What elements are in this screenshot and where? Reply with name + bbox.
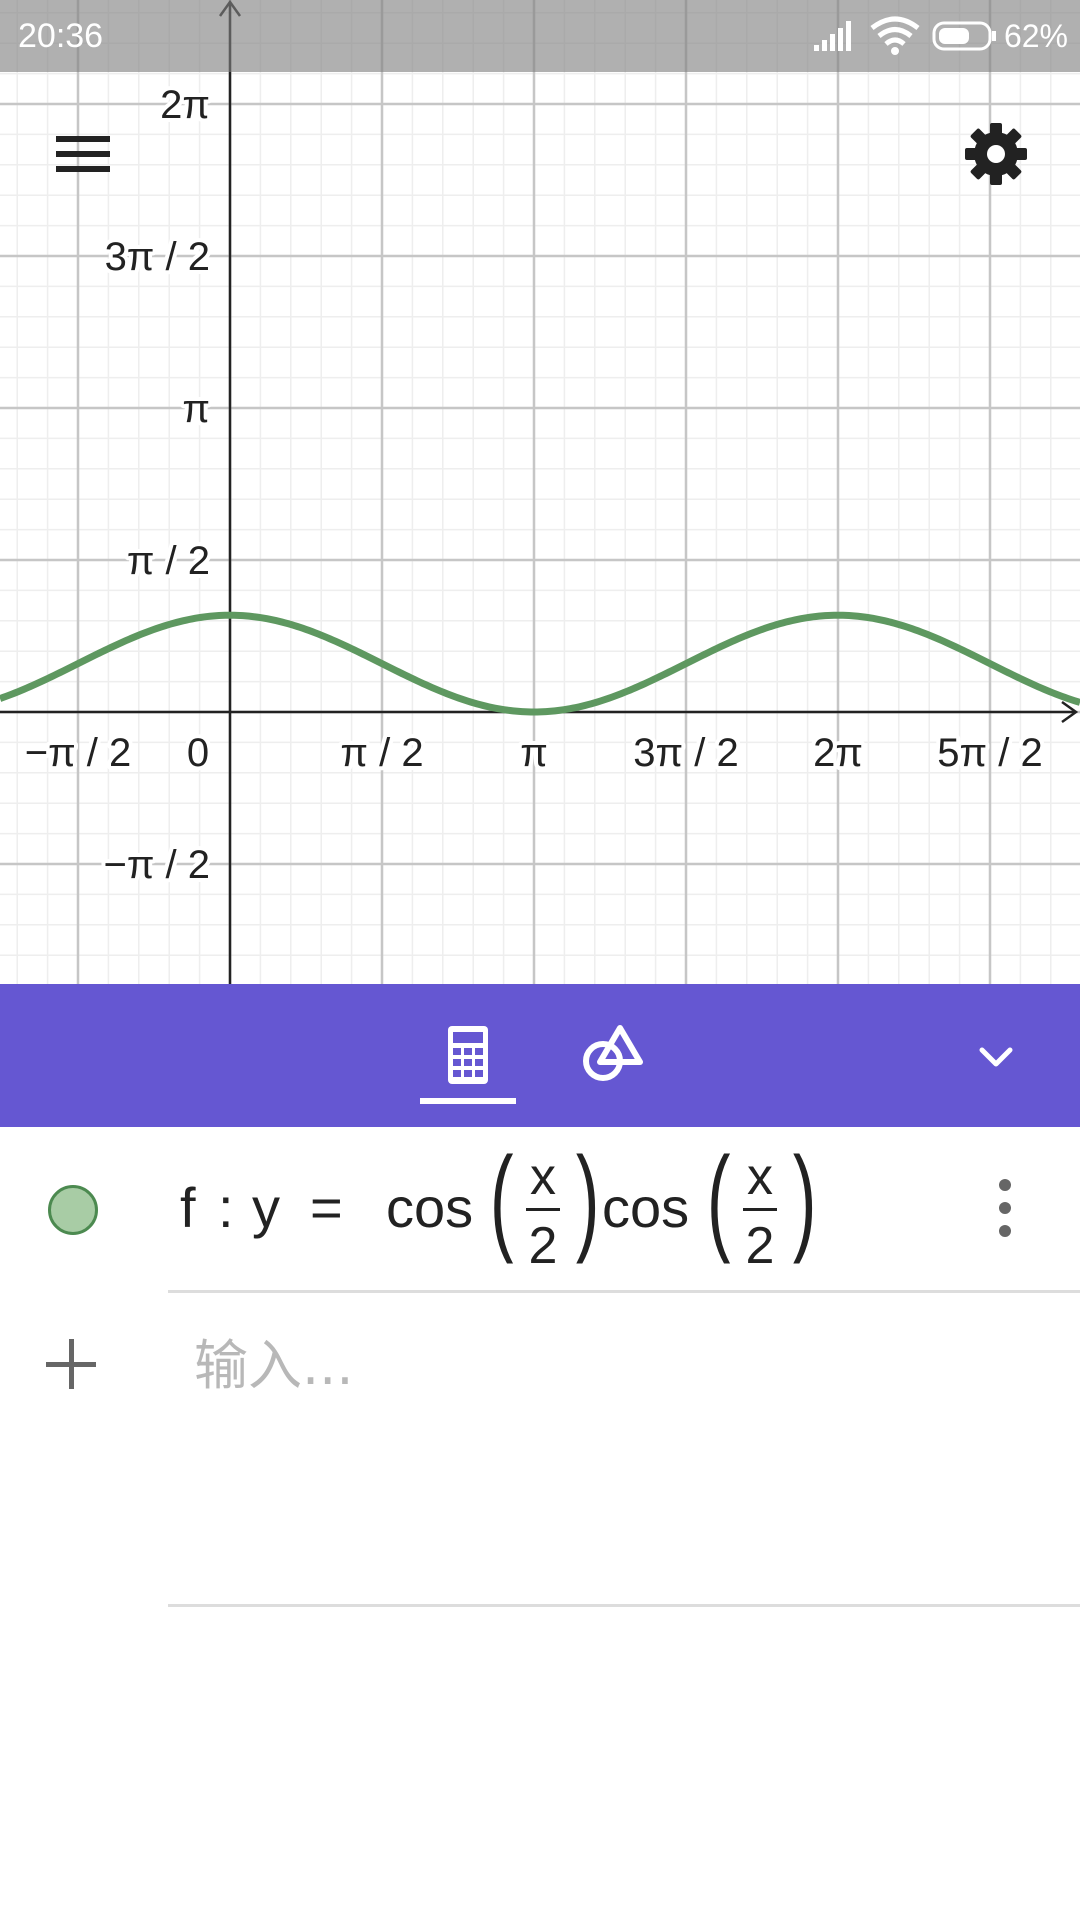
equals-sign: = <box>310 1176 343 1239</box>
function-name: f <box>180 1176 196 1239</box>
dot <box>999 1225 1011 1237</box>
algebra-row[interactable]: f : y = cos ( x 2 ) cos ( x 2 ) <box>0 1127 1080 1293</box>
y-tick-label: −π / 2 <box>103 843 210 887</box>
x-tick-label: 5π / 2 <box>937 731 1042 775</box>
right-paren-2: ) <box>792 1133 817 1265</box>
dot <box>999 1202 1011 1214</box>
tab-tools[interactable] <box>568 984 664 1127</box>
x-tick-label: 3π / 2 <box>633 731 738 775</box>
y-tick-label: 2π <box>160 83 210 127</box>
more-options-button[interactable] <box>994 1175 1020 1241</box>
x-tick-label: −π / 2 <box>25 731 132 775</box>
x-tick-label: π <box>520 731 548 775</box>
toolbar <box>0 984 1080 1127</box>
tab-algebra[interactable] <box>420 984 516 1127</box>
algebra-view: f : y = cos ( x 2 ) cos ( x 2 ) 输入... <box>0 1127 1080 1920</box>
fraction-numerator-2: x <box>747 1148 773 1206</box>
dot <box>999 1179 1011 1191</box>
lhs-variable: y <box>252 1176 280 1239</box>
input-row[interactable]: 输入... <box>0 1293 1080 1607</box>
left-paren-2: ( <box>706 1133 731 1265</box>
shapes-icon <box>583 1025 643 1081</box>
y-tick-label: π / 2 <box>127 539 210 583</box>
menu-button[interactable] <box>44 118 124 190</box>
y-tick-label: 3π / 2 <box>105 235 210 279</box>
geogebra-app: −π / 2 0 π / 2 π 3π / 2 2π 5π / 2 2π 3π / 2 π π / … <box>0 0 1080 1920</box>
chevron-down-icon <box>979 1047 1013 1067</box>
battery-icon <box>932 21 996 51</box>
colon: : <box>218 1176 234 1239</box>
wifi-icon <box>870 16 920 55</box>
gear-icon <box>965 123 1027 185</box>
settings-button[interactable] <box>958 116 1034 192</box>
right-paren-1: ) <box>575 1133 600 1265</box>
status-icons: 62% <box>812 14 1068 58</box>
cos-function-1: cos <box>386 1176 474 1239</box>
input-field[interactable]: 输入... <box>194 1333 1054 1399</box>
active-tab-indicator <box>420 1098 516 1104</box>
x-tick-label: 0 <box>187 731 209 775</box>
cos-function-2: cos <box>602 1176 690 1239</box>
signal-icon <box>813 21 851 51</box>
status-bar: 20:36 62% <box>0 0 1080 72</box>
fraction-numerator-1: x <box>530 1148 556 1206</box>
hamburger-menu-icon <box>56 136 110 172</box>
x-tick-label: π / 2 <box>340 731 423 775</box>
status-time: 20:36 <box>18 17 104 55</box>
y-tick-label: π <box>182 387 210 431</box>
graph-canvas[interactable]: −π / 2 0 π / 2 π 3π / 2 2π 5π / 2 2π 3π / 2 π π / … <box>0 0 1080 984</box>
fraction-denominator-2: 2 <box>745 1217 775 1275</box>
function-curve-f <box>0 611 1080 716</box>
row-divider <box>168 1604 1080 1607</box>
left-paren-1: ( <box>489 1133 514 1265</box>
collapse-button[interactable] <box>966 1020 1026 1090</box>
graphics-view[interactable]: −π / 2 0 π / 2 π 3π / 2 2π 5π / 2 2π 3π / 2 π π / … <box>0 0 1080 984</box>
fraction-bar-2 <box>743 1208 777 1211</box>
fraction-bar-1 <box>526 1208 560 1211</box>
add-button[interactable] <box>46 1339 96 1389</box>
battery-percent: 62% <box>1003 18 1068 54</box>
fraction-denominator-1: 2 <box>528 1217 558 1275</box>
visibility-toggle[interactable] <box>48 1185 98 1235</box>
calculator-icon <box>448 1026 488 1084</box>
x-tick-label: 2π <box>813 731 863 775</box>
